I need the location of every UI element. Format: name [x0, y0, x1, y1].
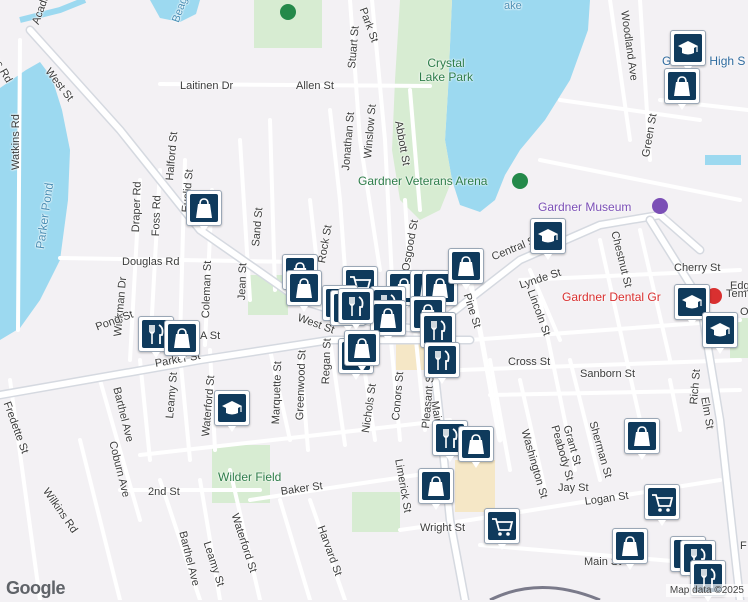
pond-small [705, 155, 741, 165]
street-label-a-st: A St [200, 330, 221, 342]
school-icon [538, 229, 558, 243]
railway-arc [489, 586, 601, 600]
map-marker-restaurant[interactable] [338, 288, 374, 330]
street-label-foss-rd: Foss Rd [150, 195, 164, 237]
shopping-cart-icon [652, 494, 674, 512]
map-marker-school[interactable] [214, 390, 250, 432]
street-label-regan-st: Regan St [320, 338, 334, 385]
street-label-cherry-st: Cherry St [674, 262, 721, 274]
shopping-bag-icon [674, 76, 690, 96]
school-icon [710, 323, 730, 337]
park-tree-icon[interactable] [280, 4, 296, 20]
shopping-bag-icon [196, 198, 212, 218]
poi-label-gardner-museum[interactable]: Gardner Museum [538, 200, 631, 214]
street-label-jay-st: Jay St [558, 482, 589, 494]
map-marker-shopping-bag[interactable] [418, 468, 454, 510]
street-label-wright-st: Wright St [420, 522, 466, 534]
shopping-bag-icon [428, 476, 444, 496]
map-marker-school[interactable] [670, 30, 706, 72]
shopping-bag-icon [296, 278, 312, 298]
crystal-lake-park-text: Crystal Lake Park [418, 56, 474, 84]
shopping-bag-icon [174, 328, 190, 348]
shopping-bag-icon [468, 434, 484, 454]
map-marker-shopping-bag[interactable] [344, 330, 380, 372]
map-marker-shopping-cart[interactable] [484, 508, 520, 550]
street-label-greenwood-st: Greenwood St [294, 349, 309, 421]
street-label-allen-st: Allen St [296, 80, 334, 92]
shopping-bag-icon [380, 308, 396, 328]
poi-label-wilder-field[interactable]: Wilder Field [218, 470, 281, 484]
street-label-jean-st: Jean St [236, 262, 250, 301]
school-icon [222, 401, 242, 415]
poi-label-crystal-lake-park[interactable]: Crystal Lake Park [416, 56, 476, 84]
map-marker-shopping-bag[interactable] [458, 426, 494, 468]
street-label-coleman-st: Coleman St [200, 260, 214, 319]
street-label-marquette-st: Marquette St [270, 361, 285, 425]
map-marker-shopping-bag[interactable] [612, 528, 648, 570]
street-label-tem: Tem [726, 288, 747, 300]
street-label-f: F [740, 540, 747, 552]
shopping-bag-icon [622, 536, 638, 556]
street-label-watkins-rd: Watkins Rd [10, 114, 22, 170]
park-south [352, 492, 400, 532]
shopping-bag-icon [458, 256, 474, 276]
street-label-sanborn-st: Sanborn St [580, 368, 636, 380]
map-marker-shopping-bag[interactable] [286, 270, 322, 312]
water-label-lake: ake [504, 0, 522, 12]
street-label-douglas-rd: Douglas Rd [122, 256, 180, 268]
restaurant-icon [349, 296, 364, 316]
school-icon [682, 295, 702, 309]
map-marker-shopping-bag[interactable] [664, 68, 700, 110]
map-marker-school[interactable] [702, 312, 738, 354]
shopping-bag-icon [634, 426, 650, 446]
poi-label-gardner-dental[interactable]: Gardner Dental Gr [562, 290, 661, 304]
restaurant-icon [435, 350, 450, 370]
top-left-stream [19, 0, 87, 23]
school-icon [678, 41, 698, 55]
shopping-bag-icon [354, 338, 370, 358]
map-marker-school[interactable] [530, 218, 566, 260]
map-marker-shopping-cart[interactable] [644, 484, 680, 526]
map-attribution: Map data ©2025 [665, 584, 748, 597]
map-marker-shopping-bag[interactable] [164, 320, 200, 362]
poi-label-veterans-arena[interactable]: Gardner Veterans Arena [358, 174, 487, 188]
map-marker-shopping-bag[interactable] [448, 248, 484, 290]
map-marker-restaurant[interactable] [424, 342, 460, 384]
stadium-icon[interactable] [512, 173, 528, 189]
street-label-draper-rd: Draper Rd [130, 181, 144, 233]
restaurant-icon [431, 320, 446, 340]
street-label-o: O [740, 306, 748, 318]
street-label-laitinen-dr: Laitinen Dr [180, 80, 234, 92]
parker-pond-water [0, 62, 70, 340]
museum-icon[interactable] [652, 198, 668, 214]
street-label-cross-st: Cross St [508, 356, 551, 368]
street-label-2nd-st: 2nd St [148, 486, 180, 498]
shopping-cart-icon [492, 518, 514, 536]
map-marker-shopping-bag[interactable] [624, 418, 660, 460]
google-logo: Google [6, 578, 66, 598]
map-marker-shopping-bag[interactable] [186, 190, 222, 232]
